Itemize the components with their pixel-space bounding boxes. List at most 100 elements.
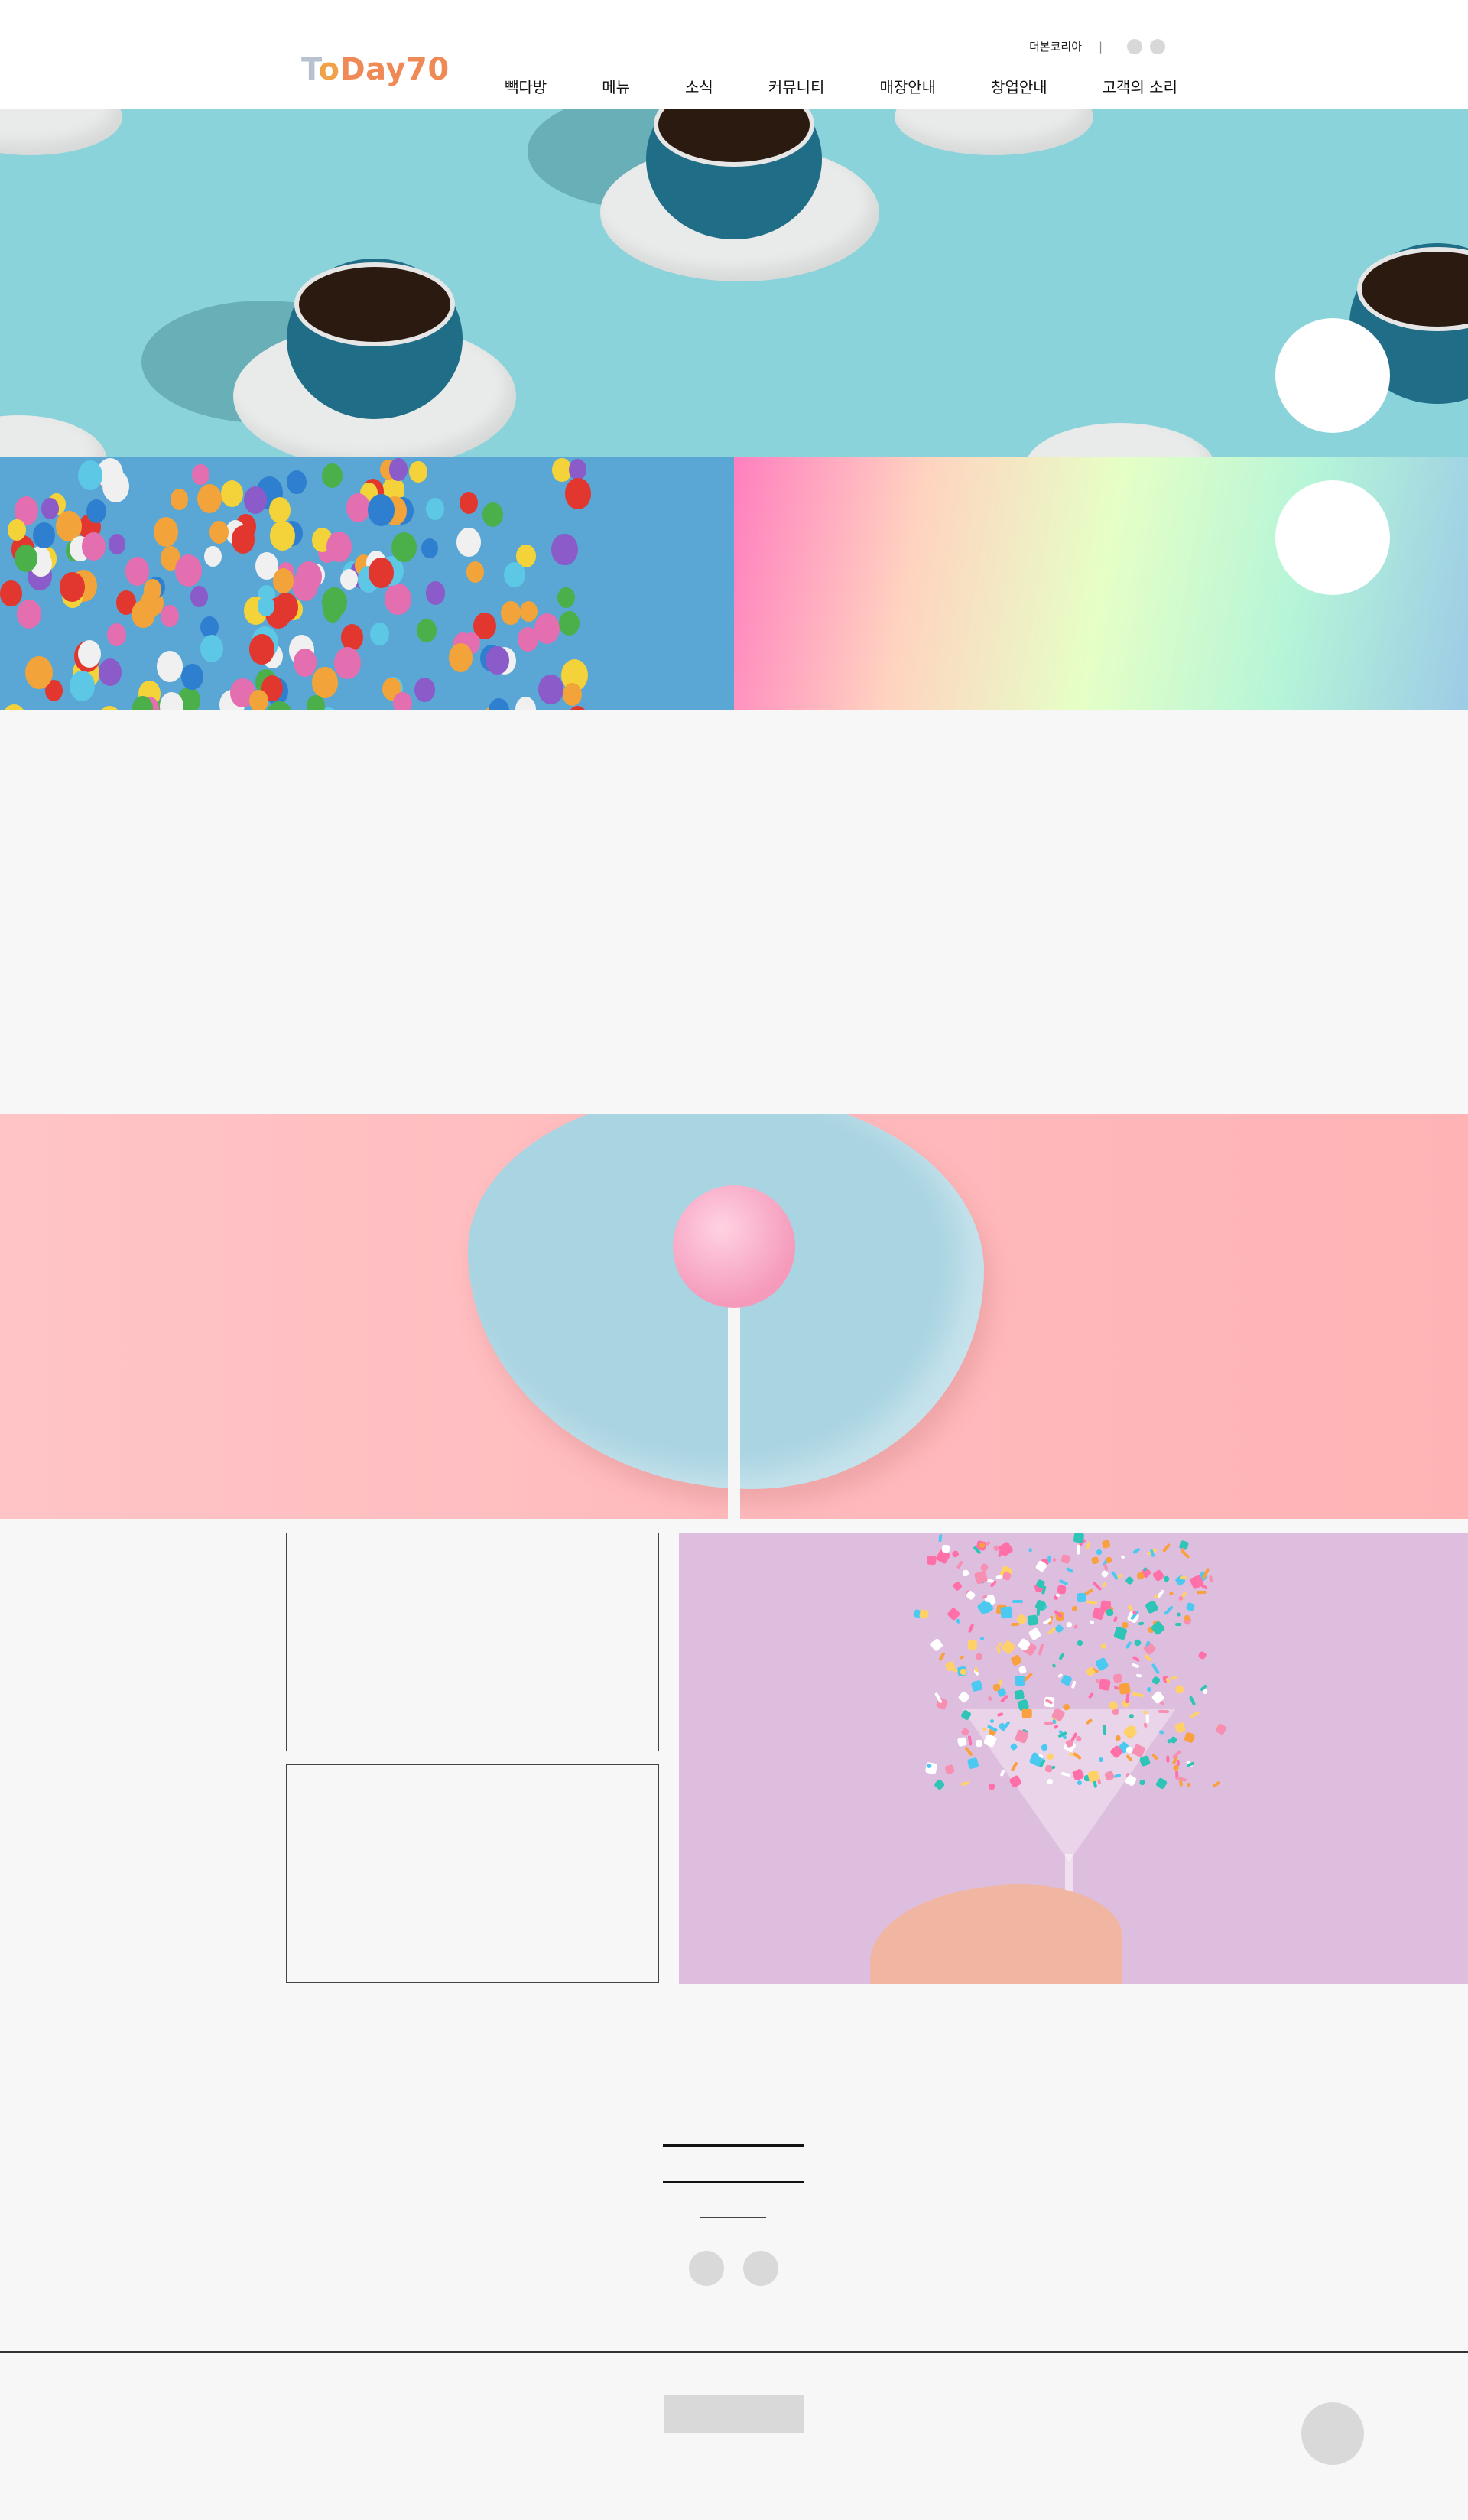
gradient-circle-button[interactable] xyxy=(1275,480,1390,595)
sprinkle-decoration xyxy=(1076,1592,1086,1603)
hero-circle-button[interactable] xyxy=(1275,318,1390,433)
sprinkle-decoration xyxy=(956,1618,961,1625)
site-logo[interactable]: ToDay70 xyxy=(301,52,450,87)
sprinkle-decoration xyxy=(1103,1563,1109,1571)
balloon-decoration xyxy=(170,488,189,511)
utility-icon-1[interactable] xyxy=(1127,38,1143,54)
balloon-decoration xyxy=(551,534,578,566)
sprinkle-decoration xyxy=(1071,1605,1077,1611)
balloon-decoration xyxy=(519,600,538,623)
gradient-banner[interactable] xyxy=(734,457,1468,710)
sprinkle-decoration xyxy=(1197,1650,1208,1660)
sprinkle-decoration xyxy=(1142,1641,1157,1656)
social-icon-1[interactable] xyxy=(689,2251,724,2286)
balloon-decoration xyxy=(231,525,255,554)
balloon-decoration xyxy=(192,464,210,486)
sprinkle-decoration xyxy=(1175,1622,1182,1627)
sprinkle-decoration xyxy=(1125,1640,1132,1650)
balloon-decoration xyxy=(243,486,267,515)
utility-icon-2[interactable] xyxy=(1150,38,1166,54)
balloons-banner[interactable] xyxy=(0,457,734,710)
lollipop-banner[interactable] xyxy=(0,1114,1468,1519)
sprinkle-decoration xyxy=(1139,1779,1145,1785)
nav-item-customer-voice[interactable]: 고객의 소리 xyxy=(1103,75,1177,97)
balloon-decoration xyxy=(257,596,274,616)
balloon-decoration xyxy=(274,592,298,622)
sprinkle-decoration xyxy=(988,1784,995,1790)
logo-part-3: Day70 xyxy=(339,52,450,87)
hero-slider[interactable] xyxy=(0,109,1468,457)
balloon-decoration xyxy=(41,498,59,520)
balloon-decoration xyxy=(322,587,347,618)
balloon-decoration xyxy=(153,517,179,547)
nav-item-paikdabang[interactable]: 빽다방 xyxy=(505,75,547,97)
nav-item-store-info[interactable]: 매장안내 xyxy=(879,75,936,97)
nav-item-menu[interactable]: 메뉴 xyxy=(602,75,630,97)
sprinkle-decoration xyxy=(1105,1608,1114,1618)
balloon-decoration xyxy=(322,463,343,488)
sprinkle-decoration xyxy=(1174,1684,1184,1694)
sprinkle-decoration xyxy=(1118,1683,1131,1696)
sprinkle-decoration xyxy=(1179,1575,1187,1579)
balloon-decoration xyxy=(307,695,325,710)
balloon-decoration xyxy=(425,581,445,605)
scroll-top-button[interactable] xyxy=(1301,2402,1364,2465)
sprinkle-decoration xyxy=(1196,1590,1207,1595)
balloon-decoration xyxy=(293,649,317,677)
content-card-1[interactable] xyxy=(286,1533,659,1751)
balloon-decoration xyxy=(562,682,582,707)
sprinkle-decoration xyxy=(1070,1680,1077,1690)
sprinkle-decoration xyxy=(1145,1714,1150,1724)
balloon-decoration xyxy=(272,568,294,594)
balloon-decoration xyxy=(204,545,222,567)
sprinkle-decoration xyxy=(976,1740,983,1748)
sprinkle-decoration xyxy=(1151,1676,1161,1686)
sprinkle-decoration xyxy=(1028,1627,1042,1641)
sprinkle-decoration xyxy=(1012,1600,1024,1604)
sprinkle-decoration xyxy=(941,1544,950,1553)
sprinkle-decoration xyxy=(1185,1602,1195,1612)
sprinkles-banner[interactable] xyxy=(679,1533,1468,1984)
sprinkle-decoration xyxy=(1144,1654,1153,1663)
sprinkle-decoration xyxy=(1051,1557,1057,1563)
nav-item-franchise[interactable]: 창업안내 xyxy=(991,75,1047,97)
sprinkle-decoration xyxy=(1151,1663,1160,1675)
sprinkle-decoration xyxy=(1132,1656,1140,1663)
balloon-decoration xyxy=(99,706,121,710)
balloon-decoration xyxy=(181,663,203,690)
sprinkle-decoration xyxy=(1015,1675,1026,1686)
sprinkle-decoration xyxy=(1162,1543,1171,1553)
balloon-decoration xyxy=(567,705,588,710)
lollipop-image xyxy=(673,1185,795,1308)
social-icon-2[interactable] xyxy=(743,2251,778,2286)
sprinkle-decoration xyxy=(1100,1569,1109,1579)
sprinkle-decoration xyxy=(929,1637,944,1653)
sprinkle-decoration xyxy=(1158,1709,1170,1713)
balloon-decoration xyxy=(448,643,473,673)
balloon-decoration xyxy=(33,522,56,549)
balloon-decoration xyxy=(367,494,395,526)
sprinkle-decoration xyxy=(1168,1590,1174,1596)
balloon-decoration xyxy=(249,689,268,710)
utility-separator: | xyxy=(1099,39,1103,54)
nav-item-news[interactable]: 소식 xyxy=(685,75,713,97)
balloon-decoration xyxy=(517,626,538,652)
sprinkle-decoration xyxy=(919,1609,930,1620)
sprinkle-decoration xyxy=(1000,1606,1013,1619)
balloon-decoration xyxy=(161,605,179,627)
sprinkle-decoration xyxy=(1120,1554,1125,1559)
balloon-decoration xyxy=(534,613,560,645)
sprinkle-decoration xyxy=(1088,1620,1094,1625)
theborn-korea-link[interactable]: 더본코리아 xyxy=(1029,38,1082,54)
sprinkle-decoration xyxy=(1014,1689,1025,1700)
sprinkle-decoration xyxy=(1098,1678,1111,1691)
balloon-decoration xyxy=(488,697,510,710)
content-card-2[interactable] xyxy=(286,1764,659,1983)
balloon-decoration xyxy=(24,655,53,689)
nav-item-community[interactable]: 커뮤니티 xyxy=(768,75,825,97)
balloon-decoration xyxy=(270,520,296,551)
sprinkle-decoration xyxy=(1100,1643,1107,1650)
balloon-decoration xyxy=(501,600,521,626)
balloon-decoration xyxy=(132,600,155,629)
balloon-decoration xyxy=(77,639,102,668)
